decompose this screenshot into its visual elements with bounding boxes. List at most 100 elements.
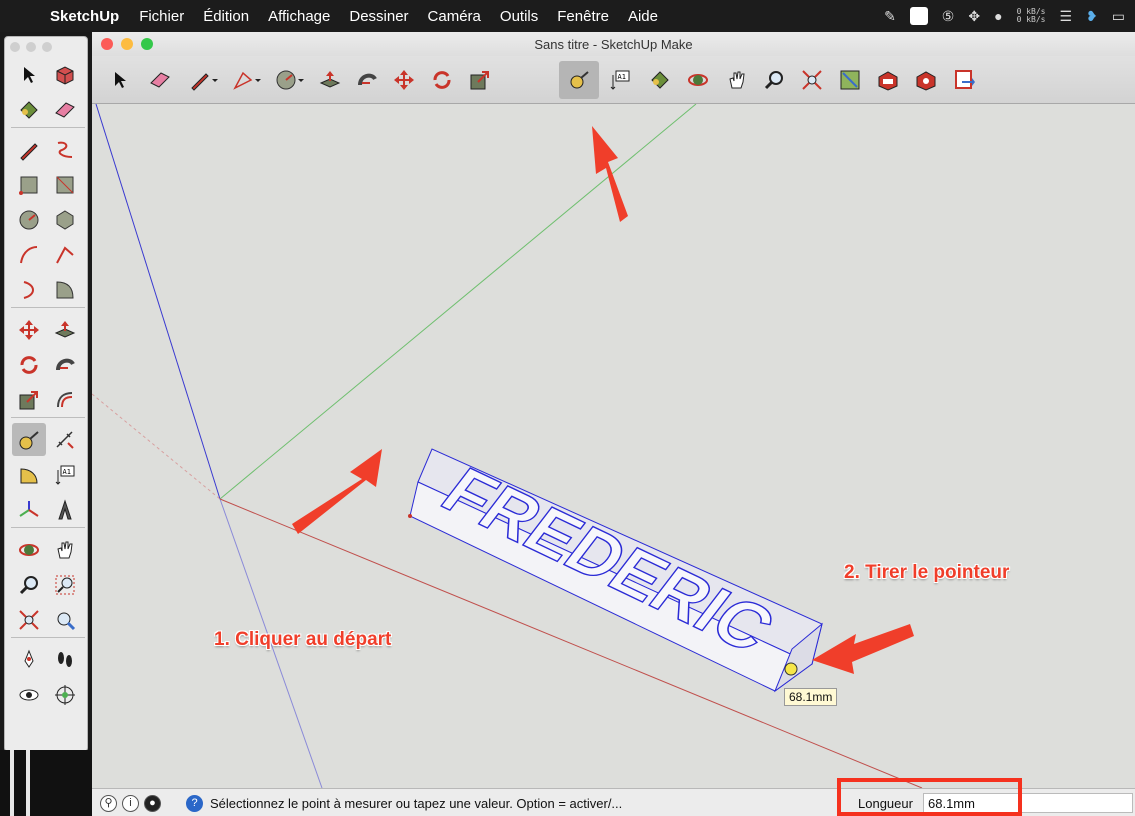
follow-me-icon[interactable]: [48, 348, 82, 381]
orbit-icon[interactable]: [12, 533, 46, 566]
arc-icon[interactable]: [12, 238, 46, 271]
inference-point: [784, 662, 798, 676]
freehand-icon[interactable]: [48, 133, 82, 166]
red-axis-negative: [92, 393, 221, 500]
3d-text-icon[interactable]: [48, 493, 82, 526]
dimension-icon[interactable]: [48, 423, 82, 456]
axes-icon[interactable]: [12, 493, 46, 526]
menu-outils[interactable]: Outils: [500, 8, 538, 25]
zoom-window-icon[interactable]: [48, 568, 82, 601]
rotate-icon[interactable]: [12, 348, 46, 381]
scale-icon[interactable]: [460, 61, 500, 99]
html5-icon[interactable]: ⑤: [942, 8, 955, 25]
paint-bucket-icon[interactable]: [12, 93, 46, 126]
warehouse-icon[interactable]: [868, 61, 908, 99]
paint-bucket-icon[interactable]: [640, 61, 680, 99]
menu-dessiner[interactable]: Dessiner: [349, 8, 408, 25]
three-point-arc-icon[interactable]: [12, 273, 46, 306]
move-icon[interactable]: [12, 313, 46, 346]
menu-edition[interactable]: Édition: [203, 8, 249, 25]
eraser-icon[interactable]: [140, 61, 180, 99]
zoom-extents-icon[interactable]: [12, 603, 46, 636]
arc-icon[interactable]: [227, 61, 267, 99]
twitter-icon[interactable]: ❥: [1086, 8, 1098, 25]
zoom-icon[interactable]: [12, 568, 46, 601]
walk-icon[interactable]: [48, 643, 82, 676]
extension-warehouse-icon[interactable]: [906, 61, 946, 99]
arrow-to-tape-tool: [592, 126, 628, 222]
select-icon[interactable]: [100, 61, 140, 99]
pie-icon[interactable]: [48, 273, 82, 306]
pencil-icon[interactable]: [12, 133, 46, 166]
select-icon[interactable]: [12, 58, 46, 91]
sketchup-window: Sans titre - SketchUp Make A1 FREDERIC 6…: [92, 32, 1135, 816]
eraser-icon[interactable]: [48, 93, 82, 126]
tape-measure-palette-icon[interactable]: [12, 423, 46, 456]
menu-camera[interactable]: Caméra: [428, 8, 481, 25]
model-canvas[interactable]: FREDERIC: [92, 104, 1135, 788]
text-icon[interactable]: A1: [600, 61, 640, 99]
push-pull-icon[interactable]: [310, 61, 350, 99]
tape-measure-icon[interactable]: [559, 61, 599, 99]
status-message: Sélectionnez le point à mesurer ou tapez…: [210, 796, 623, 811]
protractor-icon[interactable]: [12, 458, 46, 491]
airplay-icon[interactable]: ▭: [1112, 8, 1125, 25]
add-location-icon[interactable]: [830, 61, 870, 99]
previous-view-icon[interactable]: [48, 603, 82, 636]
rotate-icon[interactable]: [422, 61, 462, 99]
menu-fichier[interactable]: Fichier: [139, 8, 184, 25]
drive-icon[interactable]: ●: [994, 8, 1002, 24]
model-frederic[interactable]: FREDERIC: [408, 448, 823, 693]
menu-fenetre[interactable]: Fenêtre: [557, 8, 609, 25]
dropbox-icon[interactable]: ✥: [968, 8, 980, 25]
section-plane-icon[interactable]: [48, 678, 82, 711]
look-around-icon[interactable]: [12, 678, 46, 711]
zoom-icon[interactable]: [754, 61, 794, 99]
start-point: [408, 514, 412, 518]
green-axis: [219, 104, 697, 500]
status-tray: ✎ ⑤ ✥ ● 0 kB/s 0 kB/s ☰ ❥ ▭: [884, 0, 1125, 32]
push-pull-icon[interactable]: [48, 313, 82, 346]
pan-icon[interactable]: [717, 61, 757, 99]
leaf-icon[interactable]: ✎: [884, 8, 896, 25]
app-menu[interactable]: SketchUp: [50, 8, 119, 25]
modeling-viewport[interactable]: FREDERIC 68.1mm 1. Cliquer au départ 2. …: [92, 104, 1135, 788]
make-component-icon[interactable]: [48, 58, 82, 91]
geolocation-icon[interactable]: ⚲: [100, 795, 117, 812]
bars-icon[interactable]: ☰: [1059, 8, 1072, 25]
window-title: Sans titre - SketchUp Make: [534, 37, 693, 52]
menu-aide[interactable]: Aide: [628, 8, 658, 25]
orbit-icon[interactable]: [678, 61, 718, 99]
large-tool-set-palette: A1: [4, 36, 88, 752]
blue-axis: [95, 104, 221, 500]
offset-icon[interactable]: [48, 383, 82, 416]
text-icon[interactable]: A1: [48, 458, 82, 491]
layout-icon[interactable]: [944, 61, 984, 99]
circle-icon[interactable]: [12, 203, 46, 236]
position-camera-icon[interactable]: [12, 643, 46, 676]
credits-icon[interactable]: i: [122, 795, 139, 812]
title-bar: Sans titre - SketchUp Make: [92, 32, 1135, 56]
pencil-icon[interactable]: [184, 61, 224, 99]
palette-window-controls: [10, 42, 52, 52]
follow-me-icon[interactable]: [347, 61, 387, 99]
two-point-arc-icon[interactable]: [48, 238, 82, 271]
zoom-extents-icon[interactable]: [792, 61, 832, 99]
desktop-strip: [0, 750, 92, 816]
svg-text:A1: A1: [63, 468, 71, 476]
network-rate: 0 kB/s 0 kB/s: [1016, 7, 1046, 24]
pan-icon[interactable]: [48, 533, 82, 566]
scale-icon[interactable]: [12, 383, 46, 416]
measurement-highlight-box: [837, 778, 1022, 816]
move-icon[interactable]: [384, 61, 424, 99]
main-toolbar: A1: [92, 56, 1135, 104]
rotated-rectangle-icon[interactable]: [48, 168, 82, 201]
system-menubar: SketchUp Fichier Édition Affichage Dessi…: [0, 0, 1135, 32]
circle-icon[interactable]: [270, 61, 310, 99]
rectangle-icon[interactable]: [12, 168, 46, 201]
polygon-icon[interactable]: [48, 203, 82, 236]
notes-icon[interactable]: [909, 7, 928, 25]
help-icon[interactable]: ?: [186, 795, 203, 812]
user-icon[interactable]: ●: [144, 795, 161, 812]
menu-affichage[interactable]: Affichage: [268, 8, 330, 25]
